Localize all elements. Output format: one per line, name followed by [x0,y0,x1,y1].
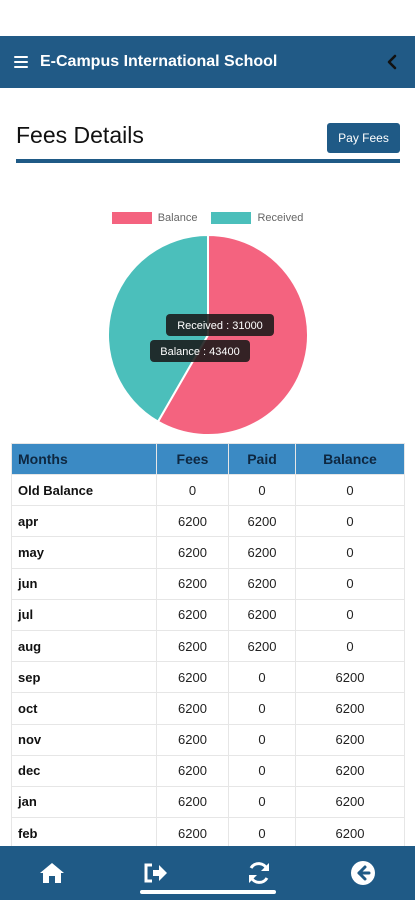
back-circle-icon[interactable] [343,853,383,893]
page-title: Fees Details [16,122,144,148]
legend-swatch-balance [111,212,152,224]
app-header: E-Campus International School [0,36,415,88]
table-row: oct 6200 0 6200 [11,692,405,725]
cell-month: apr [11,505,157,538]
table-row: jun 6200 6200 0 [11,567,405,600]
cell-month: may [11,536,157,569]
title-divider [16,159,400,163]
legend-label-balance: Balance [157,212,198,224]
table-row: nov 6200 0 6200 [11,723,405,756]
cell-balance: 0 [295,473,405,507]
table-row: sep 6200 0 6200 [11,661,405,694]
home-icon[interactable] [32,853,72,893]
home-indicator [140,890,276,894]
cell-paid: 6200 [228,598,296,631]
cell-balance: 0 [295,629,405,663]
table-row: feb 6200 0 6200 [11,817,405,850]
cell-month: sep [11,661,157,694]
chart-legend: Balance Received [0,212,415,224]
cell-balance: 6200 [295,723,405,756]
chart-tooltip-text: Balance : 43400 [160,346,240,358]
cell-month: jun [11,567,157,600]
fees-pie-chart[interactable]: Received : 31000 Balance : 43400 [100,230,316,440]
cell-fees: 6200 [156,661,229,694]
cell-paid: 6200 [228,505,296,538]
cell-month: Old Balance [11,473,157,507]
cell-fees: 6200 [156,536,229,569]
chevron-left-icon[interactable] [383,53,401,71]
cell-month: nov [11,723,157,756]
cell-paid: 0 [228,817,296,850]
cell-month: dec [11,754,157,787]
header-months: Months [11,443,157,475]
refresh-icon[interactable] [239,853,279,893]
cell-fees: 6200 [156,785,229,819]
table-header-row: Months Fees Paid Balance [11,443,405,475]
cell-fees: 6200 [156,629,229,663]
legend-swatch-received [211,212,252,224]
cell-fees: 6200 [156,567,229,600]
cell-month: jul [11,598,157,631]
cell-month: oct [11,692,157,725]
cell-fees: 6200 [156,817,229,850]
legend-label-received: Received [257,212,304,224]
cell-paid: 6200 [228,629,296,663]
header-balance: Balance [295,443,405,475]
table-row: jul 6200 6200 0 [11,598,405,631]
cell-balance: 0 [295,536,405,569]
cell-month: jan [11,785,157,819]
header-paid: Paid [228,443,296,475]
menu-icon[interactable] [14,56,28,68]
cell-paid: 6200 [228,567,296,600]
cell-paid: 6200 [228,536,296,569]
cell-paid: 0 [228,785,296,819]
cell-fees: 6200 [156,598,229,631]
table-row: Old Balance 0 0 0 [11,473,405,507]
cell-fees: 6200 [156,505,229,538]
cell-paid: 0 [228,723,296,756]
cell-balance: 6200 [295,754,405,787]
cell-balance: 6200 [295,692,405,725]
cell-paid: 0 [228,692,296,725]
chart-tooltip-text: Received : 31000 [177,320,263,332]
fees-table: Months Fees Paid Balance Old Balance 0 0 0 a… [11,443,405,850]
table-row: aug 6200 6200 0 [11,629,405,663]
table-row: jan 6200 0 6200 [11,785,405,819]
cell-balance: 6200 [295,661,405,694]
cell-fees: 6200 [156,723,229,756]
header-fees: Fees [156,443,229,475]
cell-balance: 0 [295,598,405,631]
cell-fees: 0 [156,473,229,507]
cell-balance: 6200 [295,817,405,850]
table-row: may 6200 6200 0 [11,536,405,569]
table-row: dec 6200 0 6200 [11,754,405,787]
table-row: apr 6200 6200 0 [11,505,405,538]
cell-paid: 0 [228,661,296,694]
cell-balance: 6200 [295,785,405,819]
chart-tooltip: Received : 31000 [166,314,274,336]
status-bar-area [0,0,415,36]
cell-month: aug [11,629,157,663]
app-title: E-Campus International School [40,53,278,70]
cell-month: feb [11,817,157,850]
bottom-nav [0,846,415,900]
title-row: Fees Details Pay Fees [16,120,400,160]
logout-icon[interactable] [136,853,176,893]
table-body: Old Balance 0 0 0 apr 6200 6200 0 may 6200 6200 0 ju… [11,473,405,850]
cell-balance: 0 [295,505,405,538]
legend-item-received[interactable]: Received [211,212,303,224]
cell-fees: 6200 [156,754,229,787]
cell-balance: 0 [295,567,405,600]
pay-fees-button[interactable]: Pay Fees [327,123,400,153]
cell-fees: 6200 [156,692,229,725]
cell-paid: 0 [228,754,296,787]
cell-paid: 0 [228,473,296,507]
legend-item-balance[interactable]: Balance [111,212,198,224]
chart-tooltip: Balance : 43400 [150,340,250,362]
